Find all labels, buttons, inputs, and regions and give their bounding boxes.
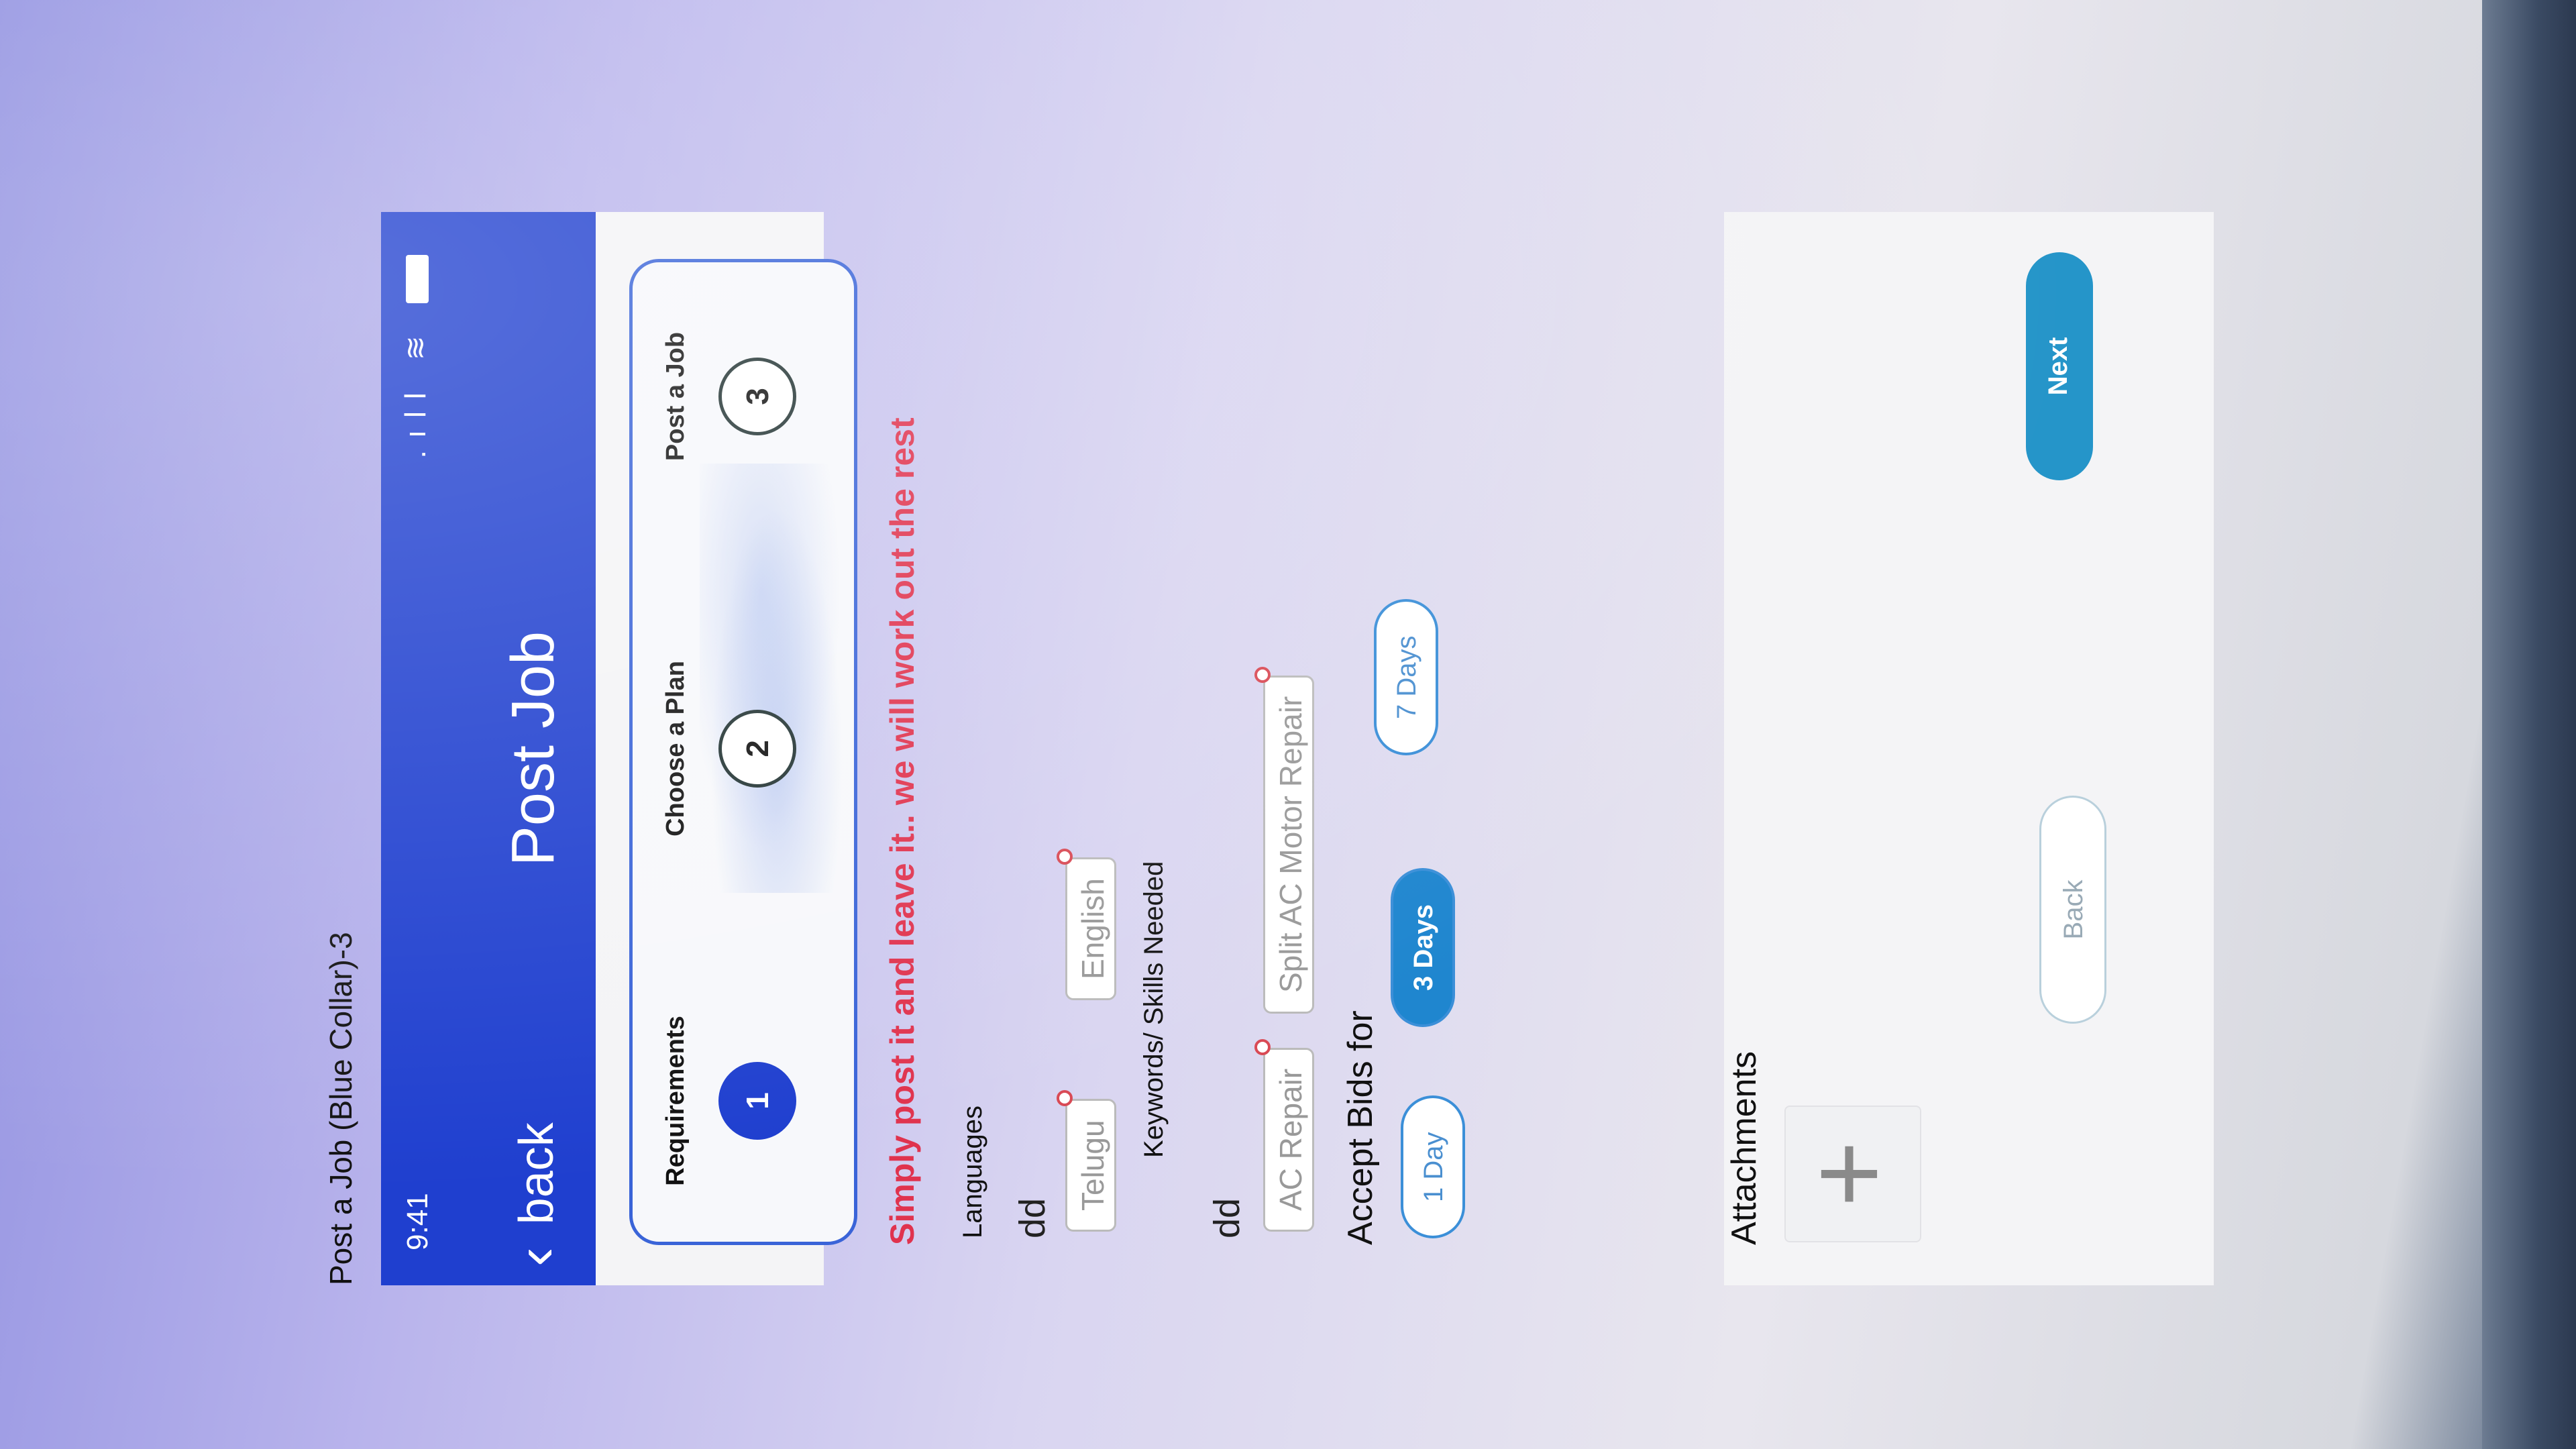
photographed-screen-lower: Attachments + Back Next — [0, 212, 2214, 1285]
plus-icon: + — [1784, 1140, 1912, 1208]
photo-background-edge — [2482, 0, 2576, 1449]
add-attachment-button[interactable]: + — [1784, 1106, 1921, 1242]
back-button[interactable]: Back — [2039, 796, 2106, 1024]
form-lower-section: Attachments + Back Next — [1724, 212, 2214, 1285]
attachments-label: Attachments — [1725, 1051, 1764, 1245]
next-button[interactable]: Next — [2026, 252, 2093, 480]
